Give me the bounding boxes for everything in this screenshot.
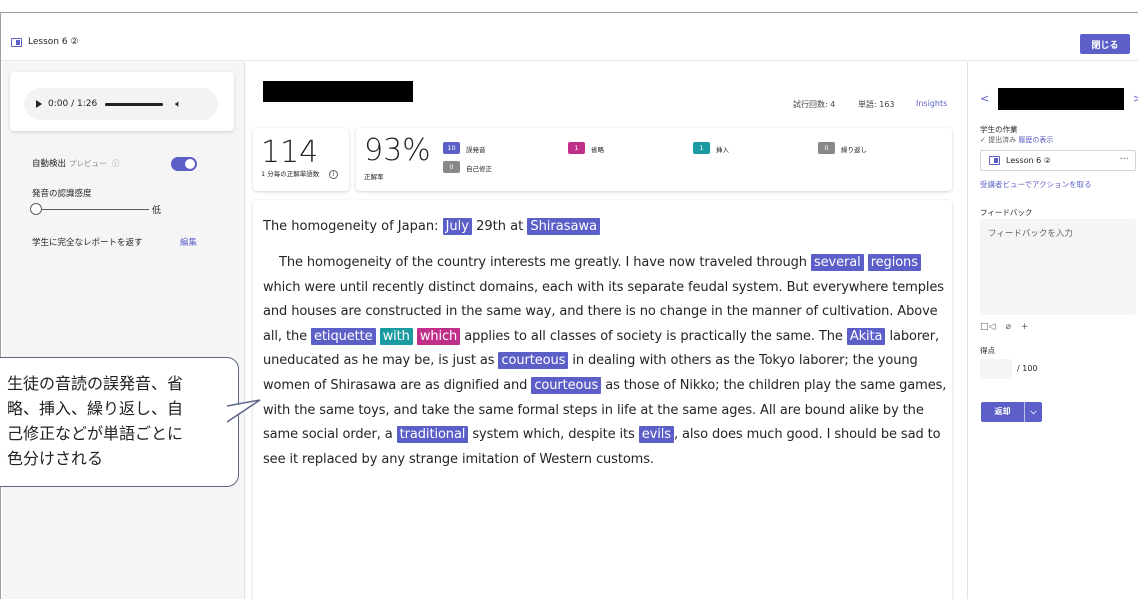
sensitivity-label: 発音の認識感度 [32,189,92,199]
more-options-icon[interactable]: ··· [1119,154,1129,165]
auto-detect-row: 自動検出 プレビュー ⓘ [32,157,120,170]
play-icon[interactable] [36,100,42,108]
wcpm-card: 114 1 分毎の正解単語数 i [253,128,349,191]
assignment-icon [11,37,22,47]
highlighted-word[interactable]: several [810,254,864,271]
prev-student-icon[interactable]: < [980,92,989,105]
passage-text: system which, despite its [468,427,639,443]
preview-label: プレビュー [69,158,107,168]
points-total: / 100 [1017,364,1038,373]
highlighted-word[interactable]: regions [867,254,921,271]
return-button[interactable]: 返却 ⌵ [981,402,1042,422]
callout-text: 生徒の音読の誤発音、省 略、挿入、繰り返し、自 己修正などが単語ごとに 色分けされる [7,374,184,468]
auto-detect-toggle[interactable] [171,157,197,171]
reading-pane: The homogeneity of Japan: July 29th at S… [253,200,952,599]
passage-body: The homogeneity of the country interests… [263,251,948,472]
feedback-label: フィードバック [980,208,1033,217]
self-correction-label: 自己修正 [466,165,492,173]
redacted-student-name [998,88,1124,110]
omission-label: 省略 [591,146,604,154]
app-window: Lesson 6 ② 閉じる 0:00 / 1:26 🔈︎ 自動検出 プレビュー… [0,12,1138,599]
take-action-link[interactable]: 受講者ビューでアクションを取る [980,179,1092,190]
points-input[interactable] [980,359,1012,379]
audio-player-card: 0:00 / 1:26 🔈︎ [10,72,234,131]
sensitivity-slider-track[interactable] [36,209,149,210]
highlighted-word[interactable]: which [416,327,461,345]
submission-status: ✓ 提出済み 履歴の表示 [980,136,1054,144]
mispronunciation-label: 誤発音 [466,146,486,154]
self-correction-badge: 0 [443,161,460,173]
accuracy-card: 93% 正解率 10 誤発音 0 自己修正 1 省略 1 挿入 0 繰り返し [356,128,952,191]
lesson-title: Lesson 6 ② [28,37,79,47]
highlighted-word[interactable]: July [442,218,472,235]
redacted-student-name [263,81,413,102]
insights-link[interactable]: Insights [916,99,947,108]
highlighted-word[interactable]: courteous [498,352,569,370]
full-report-label: 学生に完全なレポートを返す [32,238,143,248]
next-student-icon[interactable]: > [1133,92,1138,105]
highlighted-word[interactable]: with [379,327,413,345]
wcpm-value: 114 [261,135,319,170]
info-icon[interactable]: i [329,170,338,179]
highlighted-word[interactable]: etiquette [311,327,376,345]
lesson-header: Lesson 6 ② [11,37,79,47]
video-icon[interactable]: □◁ [980,322,995,332]
omission-badge: 1 [568,142,585,154]
passage-title: The homogeneity of Japan: July 29th at S… [263,215,948,239]
points-label: 得点 [980,346,995,355]
sensitivity-value: 低 [152,206,162,216]
highlighted-word[interactable]: courteous [531,376,602,394]
volume-icon[interactable]: 🔈︎ [175,99,181,110]
word-count: 単語: 163 [858,100,895,109]
feedback-input[interactable]: フィードバックを入力 [980,219,1136,315]
highlighted-word[interactable]: Shirasawa [527,218,601,235]
insertion-badge: 1 [693,142,710,154]
title-text: 29th at [471,219,528,234]
edit-link[interactable]: 編集 [180,236,197,248]
accuracy-value: 93% [364,133,431,168]
passage-text: The homogeneity of the country interests… [279,255,811,270]
highlighted-word[interactable]: Akita [846,327,886,345]
return-label[interactable]: 返却 [981,402,1025,422]
audio-player[interactable]: 0:00 / 1:26 🔈︎ [24,88,218,120]
passage: The homogeneity of Japan: July 29th at S… [263,215,948,472]
chevron-down-icon[interactable]: ⌵ [1025,407,1042,417]
right-panel: < > 学生の作業 ✓ 提出済み 履歴の表示 Lesson 6 ② ··· 受講… [967,62,1138,599]
wcpm-label: 1 分毎の正解単語数 [261,170,320,178]
repetition-badge: 0 [818,142,835,154]
auto-detect-label: 自動検出 [32,159,67,169]
sensitivity-slider-thumb[interactable] [30,203,42,215]
assignment-attachment[interactable]: Lesson 6 ② ··· [980,150,1136,171]
feedback-tools: □◁ ⌀ + [980,322,1028,332]
add-icon[interactable]: + [1021,322,1029,332]
insertion-label: 挿入 [716,146,729,154]
attach-icon[interactable]: ⌀ [1005,322,1010,332]
mispronunciation-badge: 10 [443,142,460,154]
callout-tail [227,399,261,423]
student-work-label: 学生の作業 [980,125,1018,134]
title-text: The homogeneity of Japan: [263,219,443,234]
history-link[interactable]: 履歴の表示 [1018,136,1053,144]
repetition-label: 繰り返し [841,146,867,154]
audio-time: 0:00 / 1:26 [48,99,98,109]
top-bar: Lesson 6 ② 閉じる [1,13,1138,61]
passage-text: applies to all classes of society is pra… [460,328,847,344]
left-panel: 0:00 / 1:26 🔈︎ 自動検出 プレビュー ⓘ 発音の認識感度 低 学生… [2,62,245,599]
close-button[interactable]: 閉じる [1080,34,1130,54]
assignment-name: Lesson 6 ② [1006,156,1051,165]
info-icon: ⓘ [109,158,120,168]
highlighted-word[interactable]: traditional [396,426,469,444]
annotation-callout: 生徒の音読の誤発音、省 略、挿入、繰り返し、自 己修正などが単語ごとに 色分けされる [0,357,239,487]
attempts-count: 試行回数: 4 [793,100,836,109]
accuracy-label: 正解率 [364,173,384,181]
highlighted-word[interactable]: evils [638,426,674,444]
audio-progress-bar[interactable] [105,102,164,106]
assignment-icon [989,156,1000,165]
passage-text [376,329,380,344]
